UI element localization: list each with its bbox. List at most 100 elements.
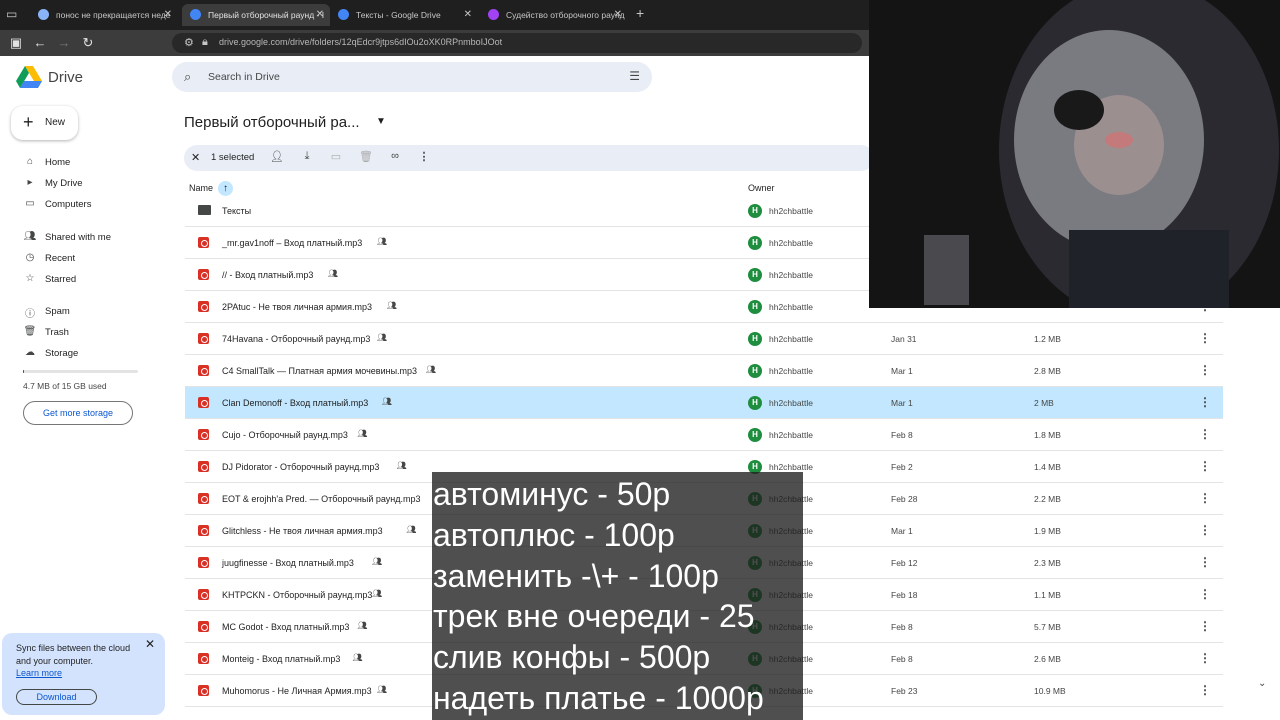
copy-link-icon[interactable]: ∞ (388, 150, 402, 162)
file-row[interactable]: Cujo - Отборочный раунд.mp3 👥︎ Hhh2chbattl… (185, 419, 1223, 451)
close-tab-icon[interactable]: ✕ (464, 4, 472, 26)
tab-favicon-icon (338, 9, 349, 20)
close-tab-icon[interactable]: ✕ (316, 4, 324, 26)
file-name[interactable]: _mr.gav1noff – Вход платный.mp3 (222, 238, 362, 248)
file-name[interactable]: juugfinesse - Вход платный.mp3 (222, 558, 354, 568)
folder-title[interactable]: Первый отборочный ра... (184, 114, 360, 131)
chevron-down-icon[interactable]: ⌄ (1258, 678, 1266, 689)
more-actions-icon[interactable]: ⋮ (1199, 427, 1211, 441)
sidebar-item-starred[interactable]: ☆ Starred (20, 271, 160, 289)
shared-icon: 👥︎ (396, 461, 407, 470)
folder-icon (198, 205, 211, 215)
new-tab-button[interactable]: + (636, 5, 644, 21)
owner-avatar: H (748, 428, 762, 442)
spam-icon: ⓘ (25, 309, 35, 320)
modified-date: Jan 31 (891, 334, 917, 344)
file-name[interactable]: DJ Pidorator - Отборочный раунд.mp3 (222, 462, 379, 472)
file-name[interactable]: C4 SmallTalk — Платная армия мочевины.mp… (222, 366, 417, 376)
forward-icon[interactable]: → (56, 35, 72, 51)
more-actions-icon[interactable]: ⋮ (1199, 523, 1211, 537)
sort-ascending-icon[interactable]: ↑ (218, 181, 233, 196)
file-name[interactable]: // - Вход платный.mp3 (222, 270, 313, 280)
learn-more-link[interactable]: Learn more (16, 668, 62, 678)
site-info-icon[interactable]: ⚙ (184, 36, 194, 49)
file-name[interactable]: Cujo - Отборочный раунд.mp3 (222, 430, 348, 440)
trash-icon[interactable]: 🗑︎ (359, 150, 373, 163)
share-icon[interactable]: 👤︎ (270, 150, 284, 163)
file-name[interactable]: 2PAtuc - Не твоя личная армия.mp3 (222, 302, 372, 312)
file-name[interactable]: EOT & erojhh'a Pred. — Отборочный раунд.… (222, 494, 421, 504)
more-actions-icon[interactable]: ⋮ (1199, 331, 1211, 345)
more-actions-icon[interactable]: ⋮ (1199, 459, 1211, 473)
app-title[interactable]: Drive (48, 69, 83, 86)
new-button[interactable]: + New (11, 106, 78, 140)
column-header-name[interactable]: Name (189, 183, 213, 193)
webcam-overlay (869, 0, 1280, 308)
address-bar[interactable]: ⚙ 🔒︎ drive.google.com/drive/folders/12qE… (172, 33, 862, 53)
column-header-owner[interactable]: Owner (748, 183, 775, 193)
file-size: 2 MB (1034, 398, 1054, 408)
tab-search-icon[interactable]: ▭ (6, 7, 22, 23)
sidebar-item-shared-with-me[interactable]: 👥︎ Shared with me (20, 229, 160, 247)
more-actions-icon[interactable]: ⋮ (1199, 555, 1211, 569)
owner-avatar: H (748, 332, 762, 346)
file-name[interactable]: Тексты (222, 206, 251, 216)
download-icon[interactable]: ⤓ (300, 150, 314, 163)
close-icon[interactable]: ✕ (145, 637, 155, 651)
sidebar-item-trash[interactable]: 🗑︎ Trash (20, 324, 160, 342)
shared-icon: 👥︎ (381, 397, 392, 406)
file-name[interactable]: 74Havana - Отборочный раунд.mp3 (222, 334, 370, 344)
sidebar-item-storage[interactable]: ☁ Storage (20, 345, 160, 363)
file-size: 2.6 MB (1034, 654, 1061, 664)
shared-icon: 👥︎ (376, 685, 388, 694)
download-button[interactable]: Download (16, 689, 97, 705)
file-name[interactable]: Glitchless - Не твоя личная армия.mp3 (222, 526, 383, 536)
sidebar-item-spam[interactable]: ⓘ Spam (20, 303, 160, 321)
browser-tab[interactable]: Тексты - Google Drive ✕ (330, 4, 478, 26)
more-actions-icon[interactable]: ⋮ (417, 150, 431, 163)
caption-line: автоплюс - 100р (433, 516, 675, 553)
shared-icon: 👥︎ (357, 429, 368, 438)
browser-tab[interactable]: Первый отборочный раунд - I ✕ (182, 4, 330, 26)
file-row[interactable]: 74Havana - Отборочный раунд.mp3 👥︎ Hhh2chb… (185, 323, 1223, 355)
search-icon[interactable]: ⌕ (184, 69, 191, 85)
more-actions-icon[interactable]: ⋮ (1199, 683, 1211, 697)
more-actions-icon[interactable]: ⋮ (1199, 651, 1211, 665)
sidebar-item-recent[interactable]: ◷ Recent (20, 250, 160, 268)
sidebar-toggle-icon[interactable]: ▣ (8, 35, 24, 51)
close-tab-icon[interactable]: ✕ (614, 4, 622, 26)
more-actions-icon[interactable]: ⋮ (1199, 587, 1211, 601)
get-more-storage-button[interactable]: Get more storage (23, 401, 133, 425)
sidebar-item-my-drive[interactable]: ▸ My Drive (20, 175, 160, 193)
more-actions-icon[interactable]: ⋮ (1199, 491, 1211, 505)
more-actions-icon[interactable]: ⋮ (1199, 619, 1211, 633)
file-name[interactable]: Monteig - Вход платный.mp3 (222, 654, 340, 664)
sidebar-item-home[interactable]: ⌂ Home (20, 154, 160, 172)
chevron-down-icon[interactable]: ▼ (376, 116, 386, 127)
file-name[interactable]: Muhomorus - Не Личная Армия.mp3 (222, 686, 372, 696)
url-text[interactable]: drive.google.com/drive/folders/12qEdcr9j… (219, 37, 502, 47)
move-icon[interactable]: ▭ (329, 150, 343, 163)
more-actions-icon[interactable]: ⋮ (1199, 363, 1211, 377)
search-options-icon[interactable]: ☰ (629, 69, 640, 83)
close-tab-icon[interactable]: ✕ (164, 4, 172, 26)
file-name[interactable]: Clan Demonoff - Вход платный.mp3 (222, 398, 368, 408)
file-name[interactable]: MC Godot - Вход платный.mp3 (222, 622, 349, 632)
file-row[interactable]: C4 SmallTalk — Платная армия мочевины.mp… (185, 355, 1223, 387)
file-name[interactable]: KHTPCKN - Отборочный раунд.mp3 (222, 590, 372, 600)
file-size: 5.7 MB (1034, 622, 1061, 632)
file-row[interactable]: Clan Demonoff - Вход платный.mp3 👥︎ Hhh2ch… (185, 387, 1223, 419)
shared-icon: 👥︎ (352, 653, 363, 662)
search-input[interactable]: Search in Drive (208, 71, 280, 83)
storage-usage-text: 4.7 MB of 15 GB used (23, 381, 107, 391)
more-actions-icon[interactable]: ⋮ (1199, 395, 1211, 409)
browser-tab[interactable]: Судейство отборочного раунд ✕ (480, 4, 628, 26)
search-bar[interactable]: ⌕ Search in Drive ☰ (172, 62, 652, 92)
browser-tab[interactable]: понос не прекращается неде ✕ (30, 4, 178, 26)
owner-avatar: H (748, 300, 762, 314)
sidebar-item-computers[interactable]: ▭ Computers (20, 196, 160, 214)
reload-icon[interactable]: ↻ (80, 35, 96, 51)
audio-file-icon (198, 301, 209, 312)
back-icon[interactable]: ← (32, 35, 48, 51)
clear-selection-icon[interactable]: ✕ (191, 151, 200, 164)
